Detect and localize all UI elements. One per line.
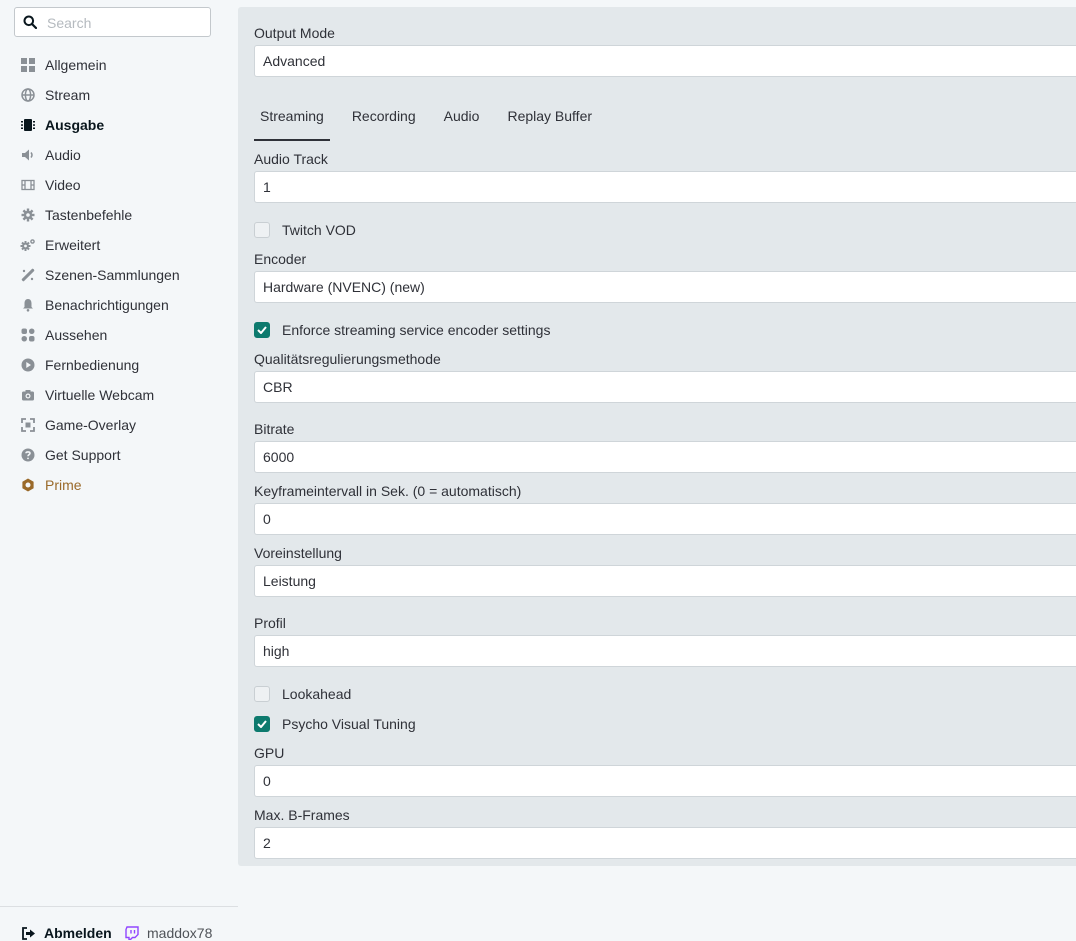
logout-icon [22, 926, 35, 940]
tab-audio[interactable]: Audio [438, 95, 486, 141]
bell-icon [20, 297, 36, 313]
play-circle-icon [20, 357, 36, 373]
profile-label: Profil [254, 615, 286, 631]
logout-button[interactable]: Abmelden [22, 925, 112, 941]
nav-item-label: Aussehen [45, 327, 108, 343]
profile-select[interactable]: high [254, 635, 1076, 667]
nav-item-fernbedienung[interactable]: Fernbedienung [0, 350, 238, 380]
rate-control-select[interactable]: CBR [254, 371, 1076, 403]
enforce-encoder-label: Enforce streaming service encoder settin… [282, 322, 551, 338]
bitrate-input[interactable]: 6000 [254, 441, 1076, 473]
nav-item-aussehen[interactable]: Aussehen [0, 320, 238, 350]
grid-icon [20, 57, 36, 73]
nav-item-video[interactable]: Video [0, 170, 238, 200]
nav-item-label: Audio [45, 147, 81, 163]
search-box[interactable] [14, 7, 211, 37]
film-icon [20, 177, 36, 193]
search-input[interactable] [45, 13, 209, 33]
keyframe-input[interactable]: 0 [254, 503, 1076, 535]
twitch-vod-label: Twitch VOD [282, 222, 356, 238]
tab-replay-buffer[interactable]: Replay Buffer [501, 95, 598, 141]
nav-item-label: Stream [45, 87, 91, 103]
nav-item-szenen-sammlungen[interactable]: Szenen-Sammlungen [0, 260, 238, 290]
sidebar: Allgemein Stream Ausgabe Audio Video [0, 0, 238, 941]
output-tabs: Streaming Recording Audio Replay Buffer [254, 95, 614, 141]
nav-item-get-support[interactable]: Get Support [0, 440, 238, 470]
tab-streaming[interactable]: Streaming [254, 95, 330, 141]
lookahead-checkbox[interactable]: Lookahead [254, 685, 351, 703]
gpu-label: GPU [254, 745, 285, 761]
globe-icon [20, 87, 36, 103]
nav-item-prime[interactable]: Prime [0, 470, 238, 500]
user-account: maddox78 [125, 925, 212, 941]
encoder-select[interactable]: Hardware (NVENC) (new) [254, 271, 1076, 303]
sidebar-footer: Abmelden maddox78 [0, 906, 238, 941]
wand-icon [20, 267, 36, 283]
question-icon [20, 447, 36, 463]
logout-label: Abmelden [44, 925, 112, 941]
nav-item-label: Fernbedienung [45, 357, 140, 373]
enforce-encoder-checkbox[interactable]: Enforce streaming service encoder settin… [254, 321, 550, 339]
nav-item-audio[interactable]: Audio [0, 140, 238, 170]
check-icon [254, 716, 270, 732]
gear-icon [20, 207, 36, 223]
nav-item-allgemein[interactable]: Allgemein [0, 50, 238, 80]
checkbox-box [254, 686, 270, 702]
nav-item-label: Allgemein [45, 57, 107, 73]
audio-track-label: Audio Track [254, 151, 328, 167]
output-mode-select[interactable]: Advanced [254, 45, 1076, 77]
output-settings-panel: Output Mode Advanced Streaming Recording… [238, 7, 1076, 866]
nav-item-label: Virtuelle Webcam [45, 387, 155, 403]
checkbox-box [254, 222, 270, 238]
nav-item-erweitert[interactable]: Erweitert [0, 230, 238, 260]
keyframe-label: Keyframeintervall in Sek. (0 = automatis… [254, 483, 522, 499]
lookahead-label: Lookahead [282, 686, 352, 702]
psycho-visual-checkbox[interactable]: Psycho Visual Tuning [254, 715, 416, 733]
settings-nav: Allgemein Stream Ausgabe Audio Video Tas… [0, 50, 238, 500]
prime-icon [20, 477, 36, 493]
palette-icon [20, 327, 36, 343]
rate-control-label: Qualitätsregulierungsmethode [254, 351, 441, 367]
nav-item-ausgabe[interactable]: Ausgabe [0, 110, 238, 140]
nav-item-label: Get Support [45, 447, 121, 463]
preset-label: Voreinstellung [254, 545, 342, 561]
psycho-visual-label: Psycho Visual Tuning [282, 716, 416, 732]
audio-track-select[interactable]: 1 [254, 171, 1076, 203]
nav-item-label: Ausgabe [45, 117, 105, 133]
speaker-icon [20, 147, 36, 163]
nav-item-label: Tastenbefehle [45, 207, 133, 223]
expand-icon [20, 417, 36, 433]
chip-icon [20, 117, 36, 133]
tab-recording[interactable]: Recording [346, 95, 422, 141]
output-mode-label: Output Mode [254, 25, 335, 41]
nav-item-label: Game-Overlay [45, 417, 137, 433]
bitrate-label: Bitrate [254, 421, 295, 437]
gears-icon [20, 237, 36, 253]
twitch-vod-checkbox[interactable]: Twitch VOD [254, 221, 356, 239]
username: maddox78 [147, 925, 213, 941]
gpu-input[interactable]: 0 [254, 765, 1076, 797]
nav-item-label: Video [45, 177, 81, 193]
check-icon [254, 322, 270, 338]
search-icon [23, 15, 37, 29]
nav-item-benachrichtigungen[interactable]: Benachrichtigungen [0, 290, 238, 320]
camera-icon [20, 387, 36, 403]
bframes-label: Max. B-Frames [254, 807, 350, 823]
nav-item-tastenbefehle[interactable]: Tastenbefehle [0, 200, 238, 230]
nav-item-virtuelle-webcam[interactable]: Virtuelle Webcam [0, 380, 238, 410]
twitch-icon [125, 926, 139, 940]
encoder-label: Encoder [254, 251, 307, 267]
nav-item-label: Erweitert [45, 237, 101, 253]
nav-item-stream[interactable]: Stream [0, 80, 238, 110]
preset-select[interactable]: Leistung [254, 565, 1076, 597]
bframes-input[interactable]: 2 [254, 827, 1076, 859]
nav-item-game-overlay[interactable]: Game-Overlay [0, 410, 238, 440]
nav-item-label: Szenen-Sammlungen [45, 267, 180, 283]
nav-item-label: Prime [45, 477, 82, 493]
nav-item-label: Benachrichtigungen [45, 297, 169, 313]
